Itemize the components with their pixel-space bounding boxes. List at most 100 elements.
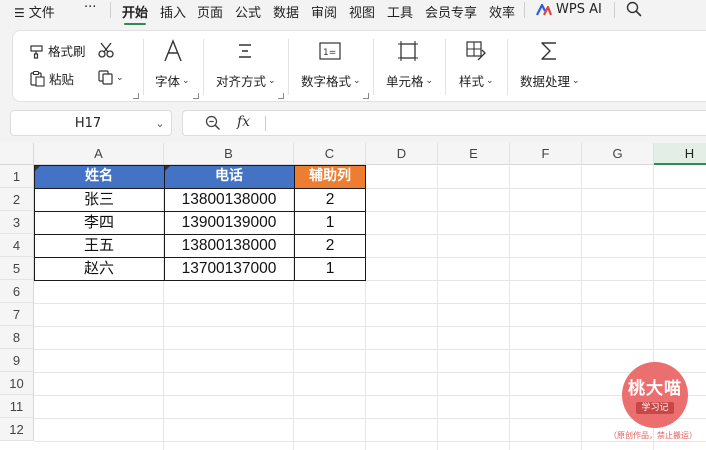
watermark-note: （原创作品，禁止搬运）: [609, 431, 697, 440]
cell-helper[interactable]: 2: [294, 234, 366, 257]
chevron-down-icon: ⌄: [268, 75, 276, 86]
column-header-e[interactable]: E: [438, 143, 510, 165]
more-menu-button[interactable]: ···: [84, 0, 96, 15]
watermark-title: 桃大喵: [628, 379, 682, 399]
row-header[interactable]: 2: [0, 188, 34, 211]
wps-ai-label: WPS AI: [556, 2, 602, 17]
gridline: [34, 349, 706, 350]
style-dropdown[interactable]: 样式 ⌄: [459, 71, 494, 90]
number-dialog-launcher[interactable]: [363, 93, 369, 99]
gridline: [437, 165, 438, 450]
column-header-a[interactable]: A: [34, 143, 164, 165]
row-header[interactable]: 7: [0, 303, 34, 326]
tab-efficiency[interactable]: 效率: [489, 2, 515, 21]
zoom-icon[interactable]: [205, 115, 221, 131]
column-header-g[interactable]: G: [582, 143, 654, 165]
header-cell-helper[interactable]: 辅助列: [294, 165, 366, 188]
row-header[interactable]: 4: [0, 234, 34, 257]
chevron-down-icon: ⌄: [572, 75, 580, 86]
tab-view[interactable]: 视图: [349, 2, 375, 21]
tab-member[interactable]: 会员专享: [425, 2, 477, 21]
data-process-dropdown[interactable]: 数据处理 ⌄: [520, 71, 580, 90]
file-menu[interactable]: ☰ 文件: [14, 2, 55, 21]
chevron-down-icon[interactable]: ⌄: [149, 117, 171, 130]
copy-icon: [98, 70, 113, 85]
row-header[interactable]: 9: [0, 349, 34, 372]
spreadsheet-grid[interactable]: A B C D E F G H 1 2 3 4 5 6 7 8 9 10 11 …: [0, 143, 706, 450]
row-header[interactable]: 10: [0, 372, 34, 395]
row-header[interactable]: 1: [0, 165, 34, 188]
row-header[interactable]: 11: [0, 395, 34, 418]
search-button[interactable]: [626, 1, 642, 21]
row-header[interactable]: 5: [0, 257, 34, 280]
number-format-label: 数字格式: [301, 74, 352, 89]
gridline: [34, 418, 706, 419]
menu-bar: ☰ 文件 ··· 开始 插入 页面 公式 数据 审阅 视图 工具 会员专享 效率 …: [0, 0, 706, 25]
row-header[interactable]: 8: [0, 326, 34, 349]
cell-phone[interactable]: 13800138000: [164, 234, 294, 257]
name-box-value[interactable]: H17: [11, 116, 149, 131]
cut-button[interactable]: [97, 41, 115, 59]
column-header-f[interactable]: F: [510, 143, 582, 165]
search-icon: [626, 1, 642, 17]
watermark-badge: 桃大喵 学习记: [622, 362, 688, 428]
clipboard-dialog-launcher[interactable]: [133, 93, 139, 99]
comment-marker: [35, 165, 41, 171]
tab-page[interactable]: 页面: [197, 2, 223, 21]
align-icon: [235, 41, 255, 61]
font-dialog-launcher[interactable]: [193, 93, 199, 99]
watermark-subtitle: 学习记: [636, 402, 674, 414]
paste-button[interactable]: 粘贴: [29, 69, 74, 88]
cell-helper[interactable]: 2: [294, 188, 366, 211]
align-dropdown[interactable]: 对齐方式 ⌄: [216, 71, 276, 90]
sigma-icon: [538, 40, 560, 62]
chevron-down-icon: ⌄: [353, 75, 361, 86]
column-header-h[interactable]: H: [654, 143, 706, 165]
header-cell-phone[interactable]: 电话: [164, 165, 294, 188]
name-box[interactable]: H17 ⌄: [10, 110, 172, 136]
align-dialog-launcher[interactable]: [278, 93, 284, 99]
column-header-b[interactable]: B: [164, 143, 294, 165]
column-header-c[interactable]: C: [294, 143, 366, 165]
tab-formula[interactable]: 公式: [235, 2, 261, 21]
row-header[interactable]: 6: [0, 280, 34, 303]
font-dropdown[interactable]: 字体 ⌄: [155, 71, 190, 90]
gridline: [34, 303, 706, 304]
data-process-label: 数据处理: [520, 74, 571, 89]
cell-phone[interactable]: 13700137000: [164, 257, 294, 280]
number-format-dropdown[interactable]: 数字格式 ⌄: [301, 71, 361, 90]
wps-ai-button[interactable]: WPS AI: [536, 2, 602, 17]
format-painter-label: 格式刷: [48, 44, 86, 59]
number-icon-text: 1=: [323, 48, 336, 58]
format-painter-button[interactable]: 格式刷: [29, 41, 86, 60]
cell-name[interactable]: 王五: [34, 234, 164, 257]
cell-name[interactable]: 赵六: [34, 257, 164, 280]
tab-tools[interactable]: 工具: [387, 2, 413, 21]
header-cell-name[interactable]: 姓名: [34, 165, 164, 188]
tab-insert[interactable]: 插入: [160, 2, 186, 21]
column-header-d[interactable]: D: [366, 143, 438, 165]
menu-divider: [524, 2, 525, 18]
cell-name[interactable]: 张三: [34, 188, 164, 211]
tab-data[interactable]: 数据: [273, 2, 299, 21]
menu-divider: [110, 2, 111, 18]
row-header[interactable]: 3: [0, 211, 34, 234]
cell-name[interactable]: 李四: [34, 211, 164, 234]
tab-home[interactable]: 开始: [122, 2, 148, 25]
style-icon: [465, 40, 487, 62]
tab-review[interactable]: 审阅: [311, 2, 337, 21]
cell-helper[interactable]: 1: [294, 257, 366, 280]
cell-dropdown[interactable]: 单元格 ⌄: [386, 71, 433, 90]
copy-button[interactable]: ⌄: [97, 69, 124, 86]
select-all-corner[interactable]: [0, 143, 34, 165]
gridline: [509, 165, 510, 450]
gridline: [34, 280, 706, 281]
fx-button[interactable]: fx: [237, 114, 250, 130]
formula-input[interactable]: [275, 115, 695, 131]
cell-phone[interactable]: 13800138000: [164, 188, 294, 211]
cell-phone[interactable]: 13900139000: [164, 211, 294, 234]
row-header[interactable]: 12: [0, 418, 34, 441]
cell-helper[interactable]: 1: [294, 211, 366, 234]
file-menu-label: 文件: [28, 6, 55, 21]
cell-icon: [397, 40, 419, 62]
